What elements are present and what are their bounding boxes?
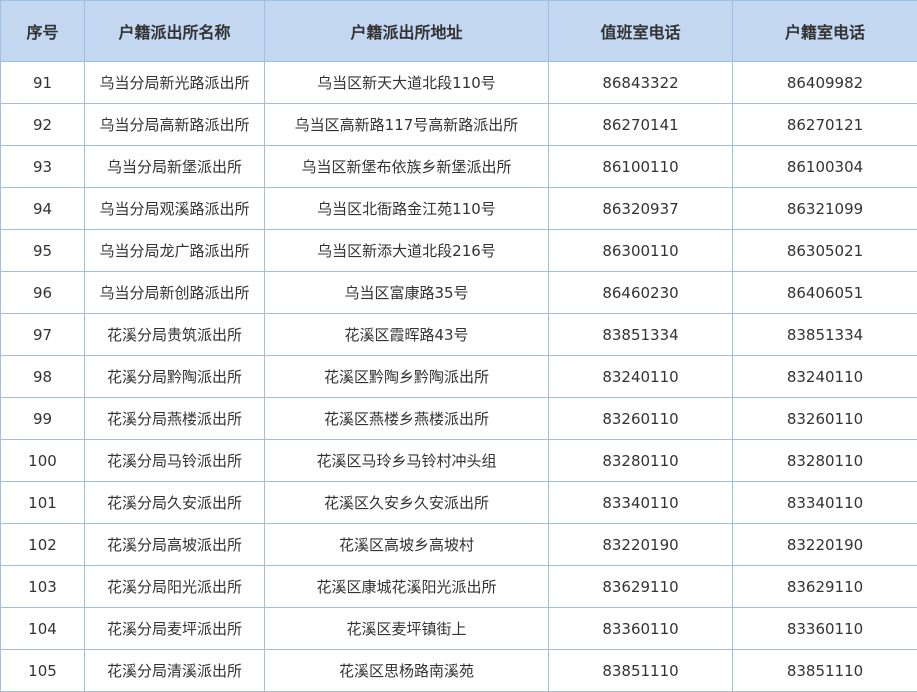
cell-station-address: 乌当区新添大道北段216号 — [265, 230, 549, 272]
cell-station-name: 乌当分局新创路派出所 — [85, 272, 265, 314]
cell-no: 94 — [1, 188, 85, 230]
cell-duty-phone: 83851334 — [549, 314, 733, 356]
cell-duty-phone: 83280110 — [549, 440, 733, 482]
table-row: 100花溪分局马铃派出所花溪区马玲乡马铃村冲头组8328011083280110 — [1, 440, 917, 482]
cell-no: 100 — [1, 440, 85, 482]
cell-station-name: 花溪分局燕楼派出所 — [85, 398, 265, 440]
cell-duty-phone: 83629110 — [549, 566, 733, 608]
header-station-address: 户籍派出所地址 — [265, 1, 549, 62]
cell-duty-phone: 83340110 — [549, 482, 733, 524]
police-station-table: 序号 户籍派出所名称 户籍派出所地址 值班室电话 户籍室电话 91乌当分局新光路… — [0, 0, 917, 692]
table-row: 93乌当分局新堡派出所乌当区新堡布依族乡新堡派出所861001108610030… — [1, 146, 917, 188]
table-row: 98花溪分局黔陶派出所花溪区黔陶乡黔陶派出所8324011083240110 — [1, 356, 917, 398]
cell-station-address: 花溪区黔陶乡黔陶派出所 — [265, 356, 549, 398]
cell-station-name: 花溪分局贵筑派出所 — [85, 314, 265, 356]
table-row: 96乌当分局新创路派出所乌当区富康路35号8646023086406051 — [1, 272, 917, 314]
cell-station-name: 花溪分局久安派出所 — [85, 482, 265, 524]
cell-registry-phone: 86406051 — [733, 272, 917, 314]
cell-duty-phone: 86270141 — [549, 104, 733, 146]
cell-no: 97 — [1, 314, 85, 356]
cell-station-address: 花溪区麦坪镇街上 — [265, 608, 549, 650]
cell-station-address: 花溪区高坡乡高坡村 — [265, 524, 549, 566]
cell-station-name: 乌当分局高新路派出所 — [85, 104, 265, 146]
header-no: 序号 — [1, 1, 85, 62]
cell-station-name: 花溪分局清溪派出所 — [85, 650, 265, 692]
cell-station-address: 乌当区富康路35号 — [265, 272, 549, 314]
cell-duty-phone: 83220190 — [549, 524, 733, 566]
cell-no: 101 — [1, 482, 85, 524]
cell-registry-phone: 83851110 — [733, 650, 917, 692]
cell-duty-phone: 86300110 — [549, 230, 733, 272]
header-row: 序号 户籍派出所名称 户籍派出所地址 值班室电话 户籍室电话 — [1, 1, 917, 62]
cell-no: 92 — [1, 104, 85, 146]
cell-station-name: 乌当分局龙广路派出所 — [85, 230, 265, 272]
cell-station-name: 乌当分局新光路派出所 — [85, 62, 265, 104]
cell-station-name: 花溪分局阳光派出所 — [85, 566, 265, 608]
cell-station-name: 乌当分局观溪路派出所 — [85, 188, 265, 230]
cell-no: 99 — [1, 398, 85, 440]
header-station-name: 户籍派出所名称 — [85, 1, 265, 62]
cell-registry-phone: 83851334 — [733, 314, 917, 356]
cell-registry-phone: 83629110 — [733, 566, 917, 608]
cell-station-name: 花溪分局麦坪派出所 — [85, 608, 265, 650]
cell-no: 93 — [1, 146, 85, 188]
table-row: 102花溪分局高坡派出所花溪区高坡乡高坡村8322019083220190 — [1, 524, 917, 566]
cell-duty-phone: 83260110 — [549, 398, 733, 440]
cell-station-address: 花溪区康城花溪阳光派出所 — [265, 566, 549, 608]
table-row: 105花溪分局清溪派出所花溪区思杨路南溪苑8385111083851110 — [1, 650, 917, 692]
cell-registry-phone: 86321099 — [733, 188, 917, 230]
table-row: 95乌当分局龙广路派出所乌当区新添大道北段216号863001108630502… — [1, 230, 917, 272]
cell-no: 103 — [1, 566, 85, 608]
cell-station-address: 乌当区北衙路金江苑110号 — [265, 188, 549, 230]
table-row: 99花溪分局燕楼派出所花溪区燕楼乡燕楼派出所8326011083260110 — [1, 398, 917, 440]
cell-registry-phone: 86100304 — [733, 146, 917, 188]
cell-station-address: 花溪区久安乡久安派出所 — [265, 482, 549, 524]
cell-no: 95 — [1, 230, 85, 272]
cell-duty-phone: 86320937 — [549, 188, 733, 230]
table-row: 101花溪分局久安派出所花溪区久安乡久安派出所8334011083340110 — [1, 482, 917, 524]
table-row: 97花溪分局贵筑派出所花溪区霞晖路43号8385133483851334 — [1, 314, 917, 356]
cell-registry-phone: 83260110 — [733, 398, 917, 440]
header-duty-phone: 值班室电话 — [549, 1, 733, 62]
cell-no: 96 — [1, 272, 85, 314]
cell-station-address: 花溪区燕楼乡燕楼派出所 — [265, 398, 549, 440]
cell-duty-phone: 83851110 — [549, 650, 733, 692]
cell-duty-phone: 86100110 — [549, 146, 733, 188]
cell-no: 98 — [1, 356, 85, 398]
cell-station-address: 花溪区思杨路南溪苑 — [265, 650, 549, 692]
cell-station-name: 花溪分局马铃派出所 — [85, 440, 265, 482]
table-row: 103花溪分局阳光派出所花溪区康城花溪阳光派出所8362911083629110 — [1, 566, 917, 608]
cell-registry-phone: 86270121 — [733, 104, 917, 146]
table-row: 91乌当分局新光路派出所乌当区新天大道北段110号868433228640998… — [1, 62, 917, 104]
cell-registry-phone: 86409982 — [733, 62, 917, 104]
cell-registry-phone: 83280110 — [733, 440, 917, 482]
table-body: 91乌当分局新光路派出所乌当区新天大道北段110号868433228640998… — [1, 62, 917, 692]
cell-registry-phone: 83340110 — [733, 482, 917, 524]
cell-no: 105 — [1, 650, 85, 692]
cell-station-address: 花溪区马玲乡马铃村冲头组 — [265, 440, 549, 482]
cell-station-address: 乌当区新堡布依族乡新堡派出所 — [265, 146, 549, 188]
cell-station-name: 花溪分局黔陶派出所 — [85, 356, 265, 398]
cell-duty-phone: 83240110 — [549, 356, 733, 398]
table-header: 序号 户籍派出所名称 户籍派出所地址 值班室电话 户籍室电话 — [1, 1, 917, 62]
cell-registry-phone: 83220190 — [733, 524, 917, 566]
cell-registry-phone: 83360110 — [733, 608, 917, 650]
cell-no: 102 — [1, 524, 85, 566]
table-row: 104花溪分局麦坪派出所花溪区麦坪镇街上8336011083360110 — [1, 608, 917, 650]
cell-registry-phone: 83240110 — [733, 356, 917, 398]
cell-duty-phone: 83360110 — [549, 608, 733, 650]
cell-duty-phone: 86843322 — [549, 62, 733, 104]
cell-duty-phone: 86460230 — [549, 272, 733, 314]
table-row: 94乌当分局观溪路派出所乌当区北衙路金江苑110号863209378632109… — [1, 188, 917, 230]
cell-station-address: 乌当区新天大道北段110号 — [265, 62, 549, 104]
cell-registry-phone: 86305021 — [733, 230, 917, 272]
cell-no: 91 — [1, 62, 85, 104]
cell-station-name: 乌当分局新堡派出所 — [85, 146, 265, 188]
header-registry-phone: 户籍室电话 — [733, 1, 917, 62]
cell-station-address: 花溪区霞晖路43号 — [265, 314, 549, 356]
cell-station-name: 花溪分局高坡派出所 — [85, 524, 265, 566]
table-row: 92乌当分局高新路派出所乌当区高新路117号高新路派出所862701418627… — [1, 104, 917, 146]
cell-station-address: 乌当区高新路117号高新路派出所 — [265, 104, 549, 146]
cell-no: 104 — [1, 608, 85, 650]
